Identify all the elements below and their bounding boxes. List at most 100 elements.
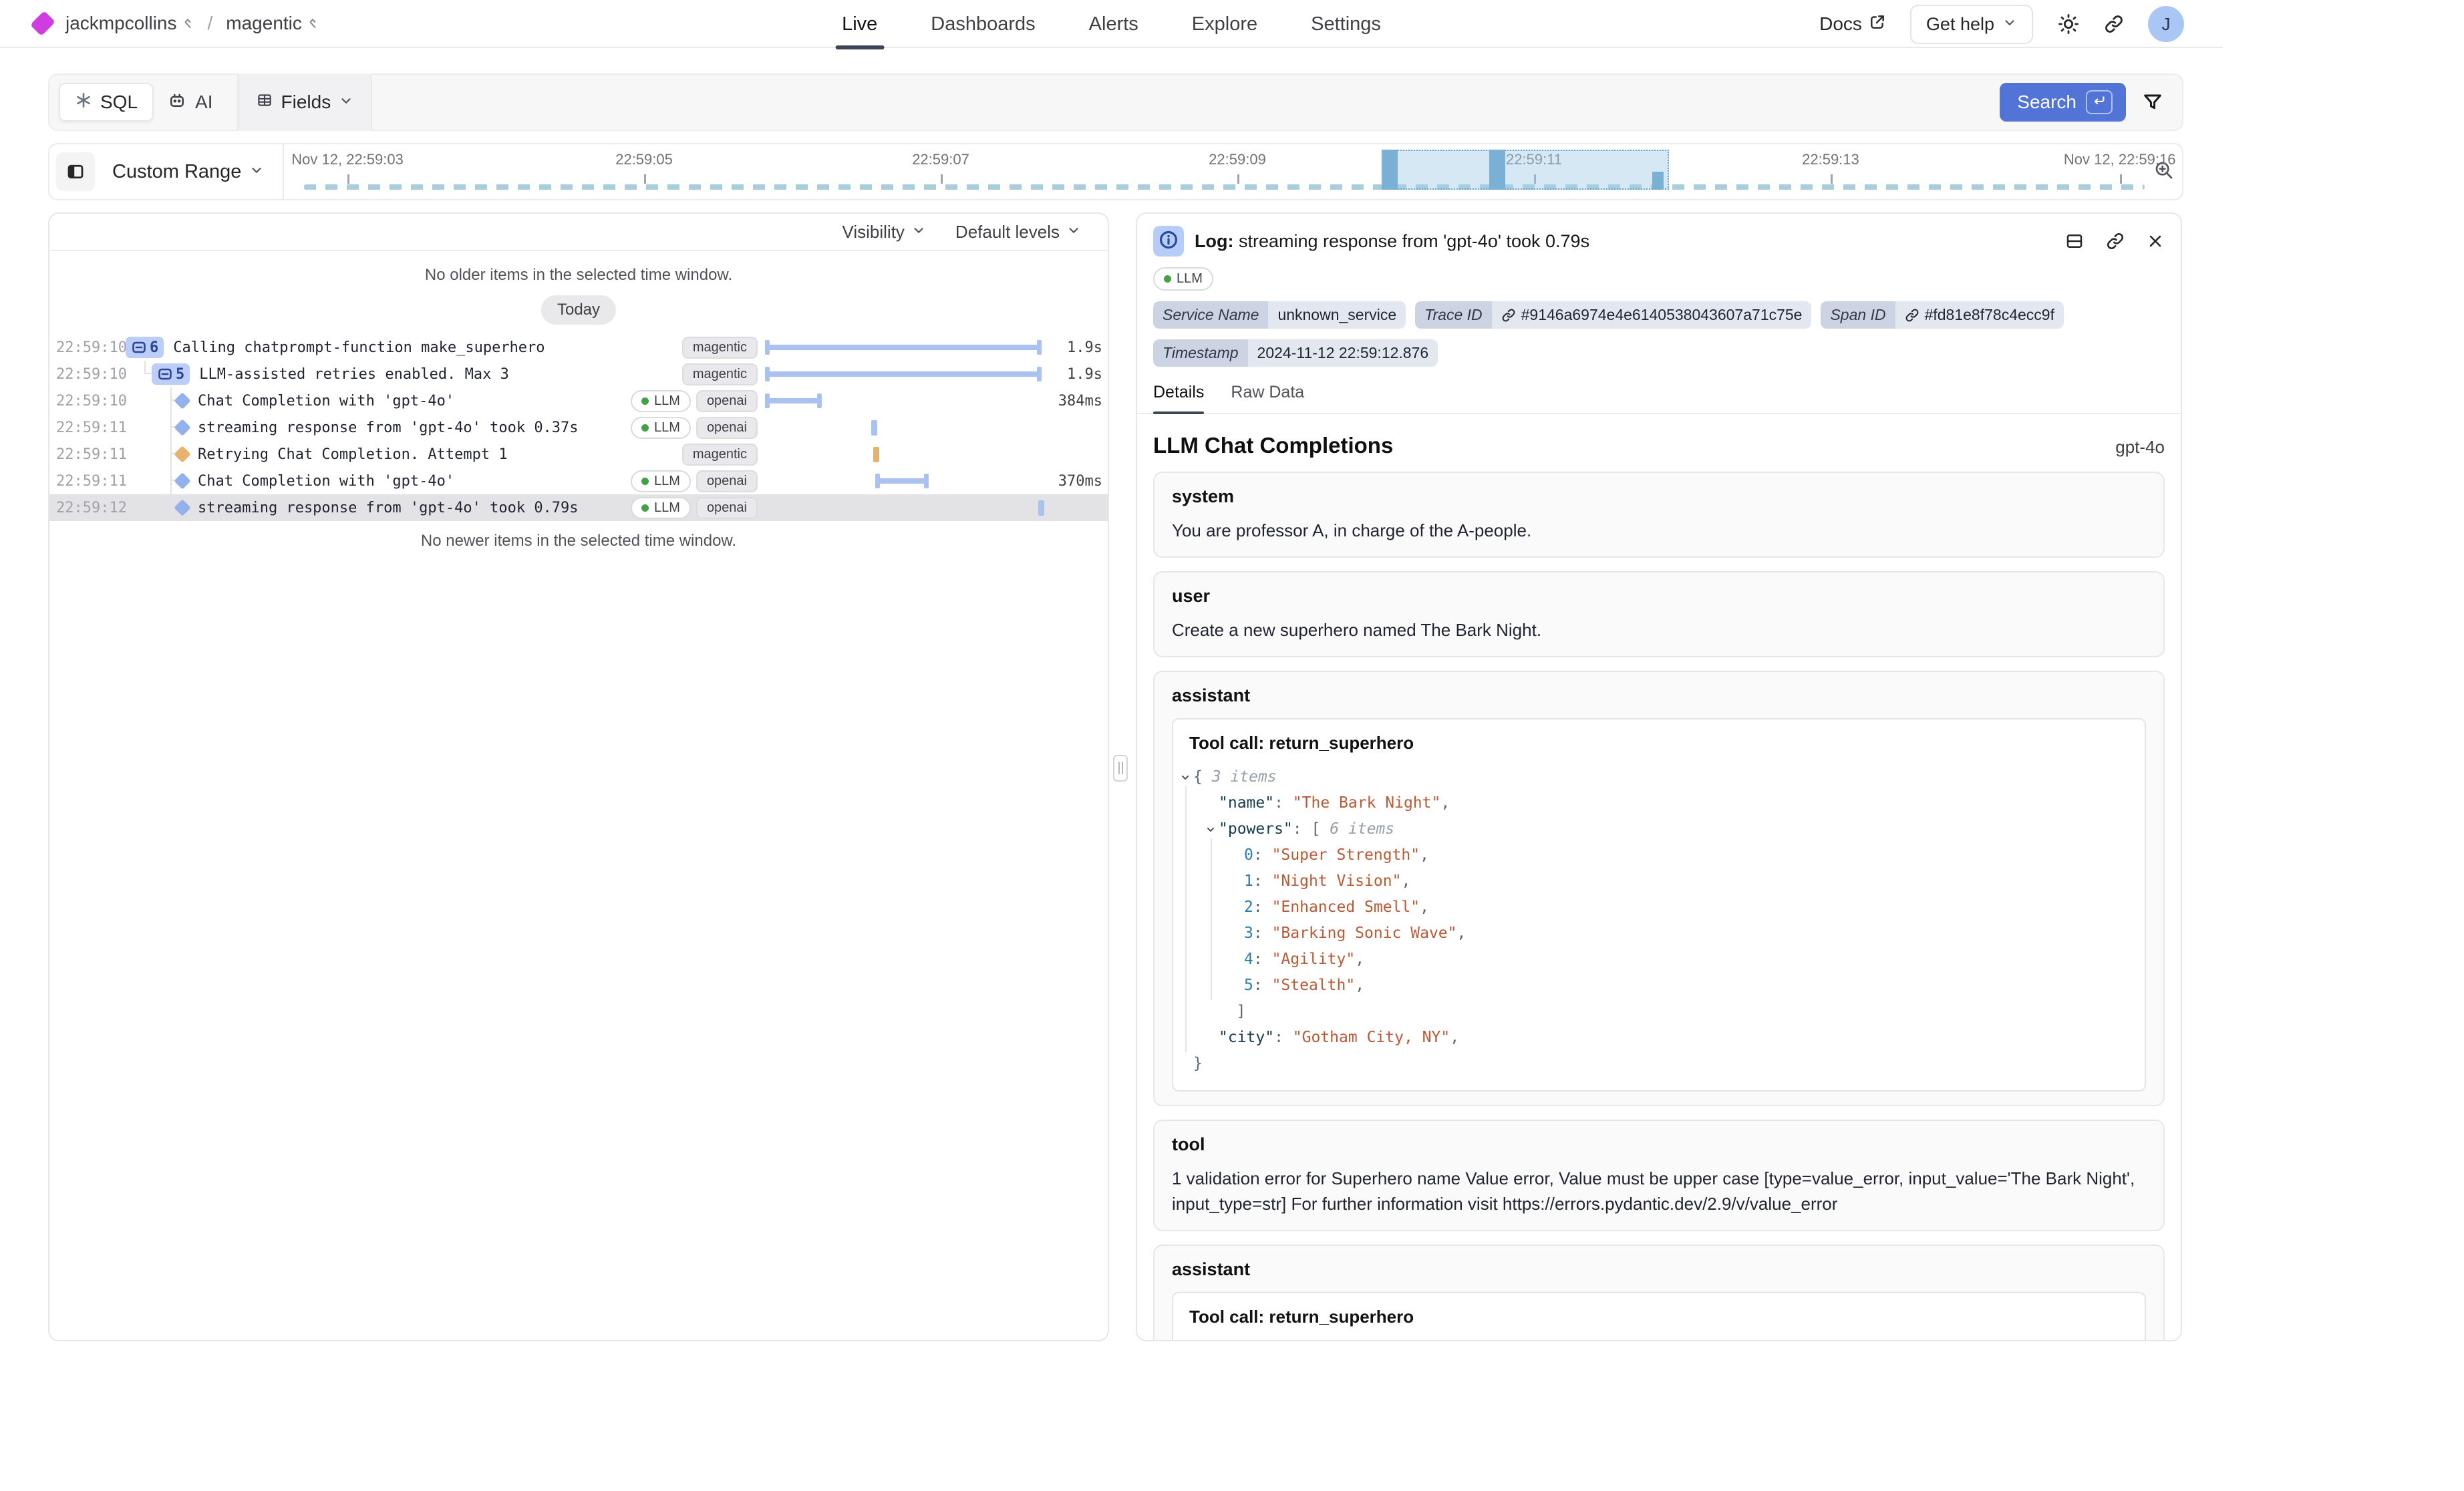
log-timestamp: 22:59:11 [56, 473, 115, 490]
json-token-idx: 2 [1244, 898, 1253, 916]
meta-value-text: #fd81e8f78c4ecc9f [1925, 306, 2054, 324]
green-dot-icon [641, 424, 649, 432]
avatar[interactable]: J [2148, 6, 2184, 42]
ai-mode-button[interactable]: AI [154, 83, 226, 122]
tab-settings[interactable]: Settings [1310, 0, 1382, 48]
get-help-button[interactable]: Get help [1910, 5, 2033, 44]
json-token-idx: 4 [1244, 951, 1253, 968]
share-link-button[interactable] [2104, 14, 2124, 34]
log-row[interactable]: 22:59:11Retrying Chat Completion. Attemp… [49, 441, 1108, 468]
brand-logo-icon [30, 11, 55, 36]
detail-title: Log: streaming response from 'gpt-4o' to… [1195, 231, 1589, 252]
meta-timestamp: Timestamp2024-11-12 22:59:12.876 [1153, 339, 1438, 367]
tree-connector [170, 387, 172, 414]
llm-pill: LLM [1153, 267, 1213, 291]
tab-alerts[interactable]: Alerts [1088, 0, 1140, 48]
duration-gantt [764, 387, 1045, 414]
json-token-str: "Gotham City, NY" [1293, 1029, 1450, 1046]
collapse-badge[interactable]: 5 [152, 363, 190, 385]
json-collapse-chevron-icon[interactable] [1180, 764, 1193, 790]
copy-link-button[interactable] [2106, 232, 2125, 251]
message-text: Create a new superhero named The Bark Ni… [1172, 617, 2146, 643]
visibility-dropdown[interactable]: Visibility [842, 222, 925, 242]
close-button[interactable] [2146, 232, 2165, 251]
gantt-bar [877, 478, 927, 484]
tab-dashboards[interactable]: Dashboards [929, 0, 1036, 48]
timeline-tick-label: 22:59:07 [912, 151, 969, 168]
fields-dropdown[interactable]: Fields [237, 73, 373, 131]
meta-value[interactable]: #9146a6974e4e6140538043607a71c75e [1492, 301, 1812, 329]
org-switcher[interactable]: jackmpcollins [65, 13, 194, 34]
search-button[interactable]: Search [2000, 83, 2126, 122]
sql-label: SQL [100, 92, 138, 113]
log-row[interactable]: 22:59:106Calling chatprompt-function mak… [49, 334, 1108, 361]
log-row[interactable]: 22:59:11streaming response from 'gpt-4o'… [49, 414, 1108, 441]
json-token-pun: , [1450, 1029, 1459, 1046]
tab-explore[interactable]: Explore [1191, 0, 1259, 48]
type-pill-row: LLM [1153, 267, 2165, 291]
timeline-tick-label: 22:59:13 [1802, 151, 1859, 168]
sql-mode-button[interactable]: SQL [59, 83, 154, 122]
docs-link[interactable]: Docs [1819, 13, 1886, 35]
meta-service-name: Service Nameunknown_service [1153, 301, 1406, 329]
log-detail-panel: Log: streaming response from 'gpt-4o' to… [1136, 212, 2182, 1341]
panel-resize-handle[interactable] [1113, 755, 1128, 782]
log-timestamp: 22:59:10 [56, 393, 115, 409]
time-range-selector[interactable]: Custom Range [112, 143, 284, 200]
meta-badges-row2: Timestamp2024-11-12 22:59:12.876 [1153, 339, 2165, 367]
detail-tab-raw-data[interactable]: Raw Data [1231, 383, 1304, 413]
log-row[interactable]: 22:59:12streaming response from 'gpt-4o'… [49, 494, 1108, 521]
detail-tab-details[interactable]: Details [1153, 383, 1204, 413]
log-row[interactable]: 22:59:11Chat Completion with 'gpt-4o'LLM… [49, 468, 1108, 494]
collapse-count: 5 [176, 366, 184, 383]
detail-title-text: streaming response from 'gpt-4o' took 0.… [1239, 231, 1589, 251]
collapse-badge[interactable]: 6 [126, 337, 164, 358]
timeline-histogram[interactable]: Nov 12, 22:59:0322:59:0522:59:0722:59:09… [284, 143, 2145, 200]
json-line: { 3 items [1189, 764, 2129, 790]
log-row[interactable]: 22:59:105LLM-assisted retries enabled. M… [49, 361, 1108, 387]
green-dot-icon [1164, 275, 1171, 283]
timeline-tick-label: Nov 12, 22:59:03 [291, 151, 404, 168]
log-timestamp: 22:59:12 [56, 500, 115, 516]
chat-messages: systemYou are professor A, in charge of … [1153, 472, 2165, 1341]
gantt-tick [873, 447, 879, 462]
log-row[interactable]: 22:59:10Chat Completion with 'gpt-4o'LLM… [49, 387, 1108, 414]
query-input[interactable] [372, 73, 2000, 131]
meta-value[interactable]: #fd81e8f78c4ecc9f [1895, 301, 2064, 329]
json-token-str: "Super Strength" [1272, 846, 1420, 864]
json-collapse-chevron-icon[interactable] [1180, 1338, 1193, 1341]
json-token-items: 6 items [1330, 820, 1394, 838]
collapse-count: 6 [150, 339, 158, 356]
chevron-down-icon [1066, 222, 1081, 242]
tag-llm: LLM [631, 497, 691, 519]
grid-icon [256, 92, 273, 114]
message-card-tool: tool1 validation error for Superhero nam… [1153, 1120, 2165, 1231]
tag-label: openai [707, 393, 747, 409]
json-line: "powers": [ 6 items [1189, 816, 2129, 842]
today-divider: Today [541, 295, 616, 325]
dataset-switcher[interactable]: magentic [226, 13, 319, 34]
collapse-box-icon [157, 366, 173, 382]
meta-key: Service Name [1153, 301, 1268, 329]
json-indent-guide [1185, 786, 1187, 1052]
json-collapse-chevron-icon[interactable] [1205, 816, 1219, 842]
timeline-selection[interactable] [1384, 150, 1669, 190]
sidebar-toggle-button[interactable] [56, 152, 95, 191]
layout-toggle-button[interactable] [2064, 231, 2085, 251]
default-levels-dropdown[interactable]: Default levels [955, 222, 1081, 242]
json-line: } [1189, 1051, 2129, 1077]
tag-label: magentic [693, 447, 747, 462]
event-list-panel: Visibility Default levels No older items… [48, 212, 1109, 1341]
json-token-items: 3 items [1212, 768, 1277, 786]
json-token-pun: : [1253, 951, 1272, 968]
no-older-items-note: No older items in the selected time wind… [49, 266, 1108, 285]
tag-label: magentic [693, 340, 747, 355]
log-message: Retrying Chat Completion. Attempt 1 [198, 446, 508, 463]
link-icon [1905, 308, 1919, 323]
search-toolbar: SQL AI Fields Search [48, 73, 2183, 131]
tab-live[interactable]: Live [840, 0, 879, 48]
theme-toggle-button[interactable] [2057, 13, 2080, 35]
histogram-bar [1652, 172, 1664, 190]
filter-icon[interactable] [2142, 92, 2163, 113]
timeline-tick [1237, 174, 1239, 184]
